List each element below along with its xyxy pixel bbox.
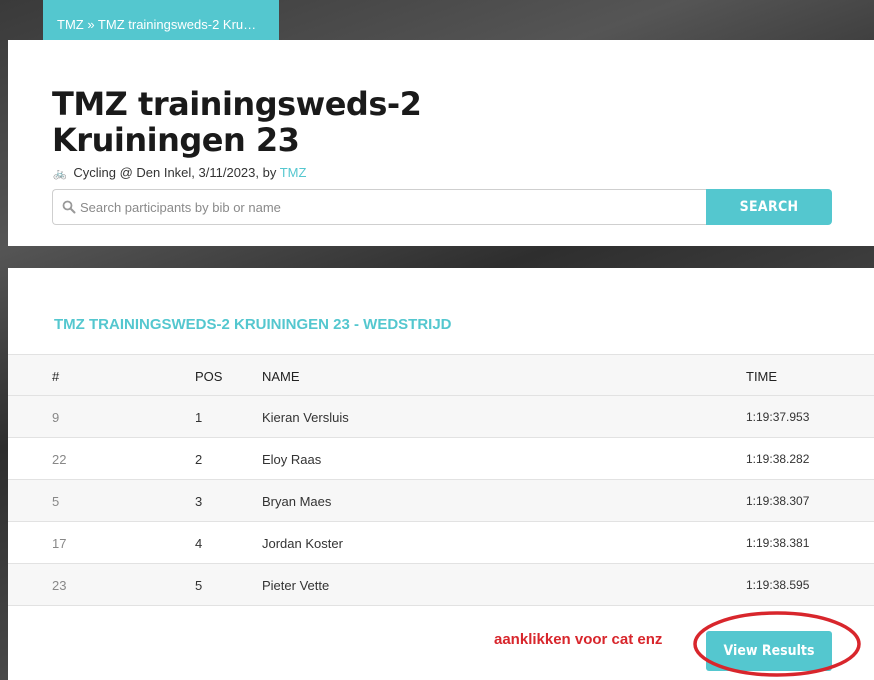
cell-pos: 3 (195, 494, 203, 509)
search-button[interactable]: SEARCH (706, 189, 832, 225)
page-title-line2: Kruiningen 23 (52, 121, 300, 159)
cell-bib: 23 (52, 578, 67, 593)
event-meta: 🚲 Cycling @ Den Inkel, 3/11/2023, by TMZ (53, 165, 306, 180)
cell-bib: 5 (52, 494, 60, 509)
search-field[interactable] (52, 189, 707, 225)
cell-pos: 1 (195, 410, 203, 425)
cell-pos: 4 (195, 536, 203, 551)
cell-pos: 5 (195, 578, 203, 593)
table-row[interactable]: 22 2 Eloy Raas 1:19:38.282 (8, 438, 874, 480)
cell-pos: 2 (195, 452, 203, 467)
page-title-line1: TMZ trainingsweds-2 (52, 85, 422, 123)
page-title: TMZ trainingsweds-2 Kruiningen 23 (52, 86, 472, 158)
table-row[interactable]: 17 4 Jordan Koster 1:19:38.381 (8, 522, 874, 564)
column-header-time: TIME (746, 369, 778, 384)
cell-bib: 22 (52, 452, 67, 467)
search-icon (62, 200, 76, 214)
event-header-card: TMZ trainingsweds-2 Kruiningen 23 🚲 Cycl… (8, 40, 874, 246)
cell-time: 1:19:38.595 (746, 578, 810, 592)
bicycle-icon: 🚲 (53, 168, 67, 180)
column-header-pos: POS (195, 369, 223, 384)
results-table: # POS NAME TIME 9 1 Kieran Versluis 1:19… (8, 354, 874, 606)
cell-time: 1:19:37.953 (746, 410, 810, 424)
cell-time: 1:19:38.282 (746, 452, 810, 466)
event-meta-text: Cycling @ Den Inkel, 3/11/2023, by (73, 165, 277, 180)
table-row[interactable]: 9 1 Kieran Versluis 1:19:37.953 (8, 396, 874, 438)
cell-name: Kieran Versluis (262, 410, 349, 425)
results-card: TMZ TRAININGSWEDS-2 KRUININGEN 23 - WEDS… (8, 268, 874, 680)
cell-name: Bryan Maes (262, 494, 332, 509)
cell-name: Jordan Koster (262, 536, 343, 551)
column-header-name: NAME (262, 369, 300, 384)
cell-time: 1:19:38.307 (746, 494, 810, 508)
table-header-row: # POS NAME TIME (8, 354, 874, 396)
search-input[interactable] (80, 190, 700, 224)
cell-bib: 17 (52, 536, 67, 551)
table-row[interactable]: 23 5 Pieter Vette 1:19:38.595 (8, 564, 874, 606)
race-title[interactable]: TMZ TRAININGSWEDS-2 KRUININGEN 23 - WEDS… (54, 316, 452, 333)
view-results-button[interactable]: View Results (706, 631, 832, 671)
cell-time: 1:19:38.381 (746, 536, 810, 550)
cell-name: Eloy Raas (262, 452, 322, 467)
cell-bib: 9 (52, 410, 60, 425)
annotation-text: aanklikken voor cat enz (494, 631, 663, 648)
organizer-link[interactable]: TMZ (280, 165, 307, 180)
table-row[interactable]: 5 3 Bryan Maes 1:19:38.307 (8, 480, 874, 522)
cell-name: Pieter Vette (262, 578, 330, 593)
column-header-bib: # (52, 369, 60, 384)
